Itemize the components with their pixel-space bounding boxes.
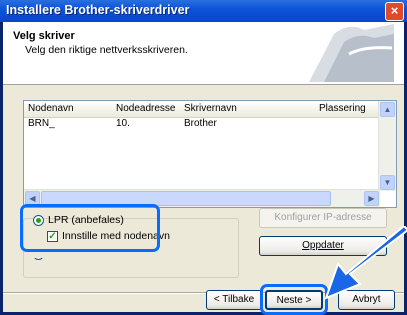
printer-list[interactable]: Nodenavn Nodeadresse Skrivernavn Plasser… (23, 100, 397, 208)
column-header-nodeadresse[interactable]: Nodeadresse (116, 103, 175, 114)
title-bar[interactable]: Installere Brother-skriverdriver × (0, 0, 407, 22)
wizard-header: Velg skriver Velg den riktige nettverkss… (3, 22, 404, 85)
column-header-nodenavn[interactable]: Nodenavn (28, 103, 74, 114)
list-header: Nodenavn Nodeadresse Skrivernavn Plasser… (24, 101, 380, 118)
vertical-scrollbar[interactable]: ▲ ▼ (378, 101, 396, 191)
column-header-plassering[interactable]: Plassering (319, 103, 366, 114)
scroll-down-icon[interactable]: ▼ (380, 175, 395, 190)
installer-window: Installere Brother-skriverdriver × Velg … (0, 0, 407, 315)
next-highlight (260, 284, 328, 315)
page-subtitle: Velg den riktige nettverksskriveren. (25, 44, 188, 56)
scroll-right-icon[interactable]: ▶ (364, 191, 379, 206)
list-row[interactable]: BRN_ 10. Brother (24, 117, 380, 131)
node-address-cell: 10. (116, 118, 130, 129)
options-highlight (20, 204, 160, 252)
close-button[interactable]: × (385, 2, 404, 21)
node-name-cell: BRN_ (28, 118, 55, 129)
scroll-up-icon[interactable]: ▲ (380, 102, 395, 117)
printer-graphic-icon (309, 24, 394, 82)
printer-name-cell: Brother (184, 118, 217, 129)
back-button[interactable]: < Tilbake (206, 290, 262, 310)
window-title: Installere Brother-skriverdriver (6, 3, 190, 17)
pointer-arrow-icon (324, 226, 407, 300)
column-header-skrivernavn[interactable]: Skrivernavn (184, 103, 237, 114)
page-title: Velg skriver (13, 30, 75, 42)
configure-ip-button[interactable]: Konfigurer IP-adresse (259, 208, 387, 228)
